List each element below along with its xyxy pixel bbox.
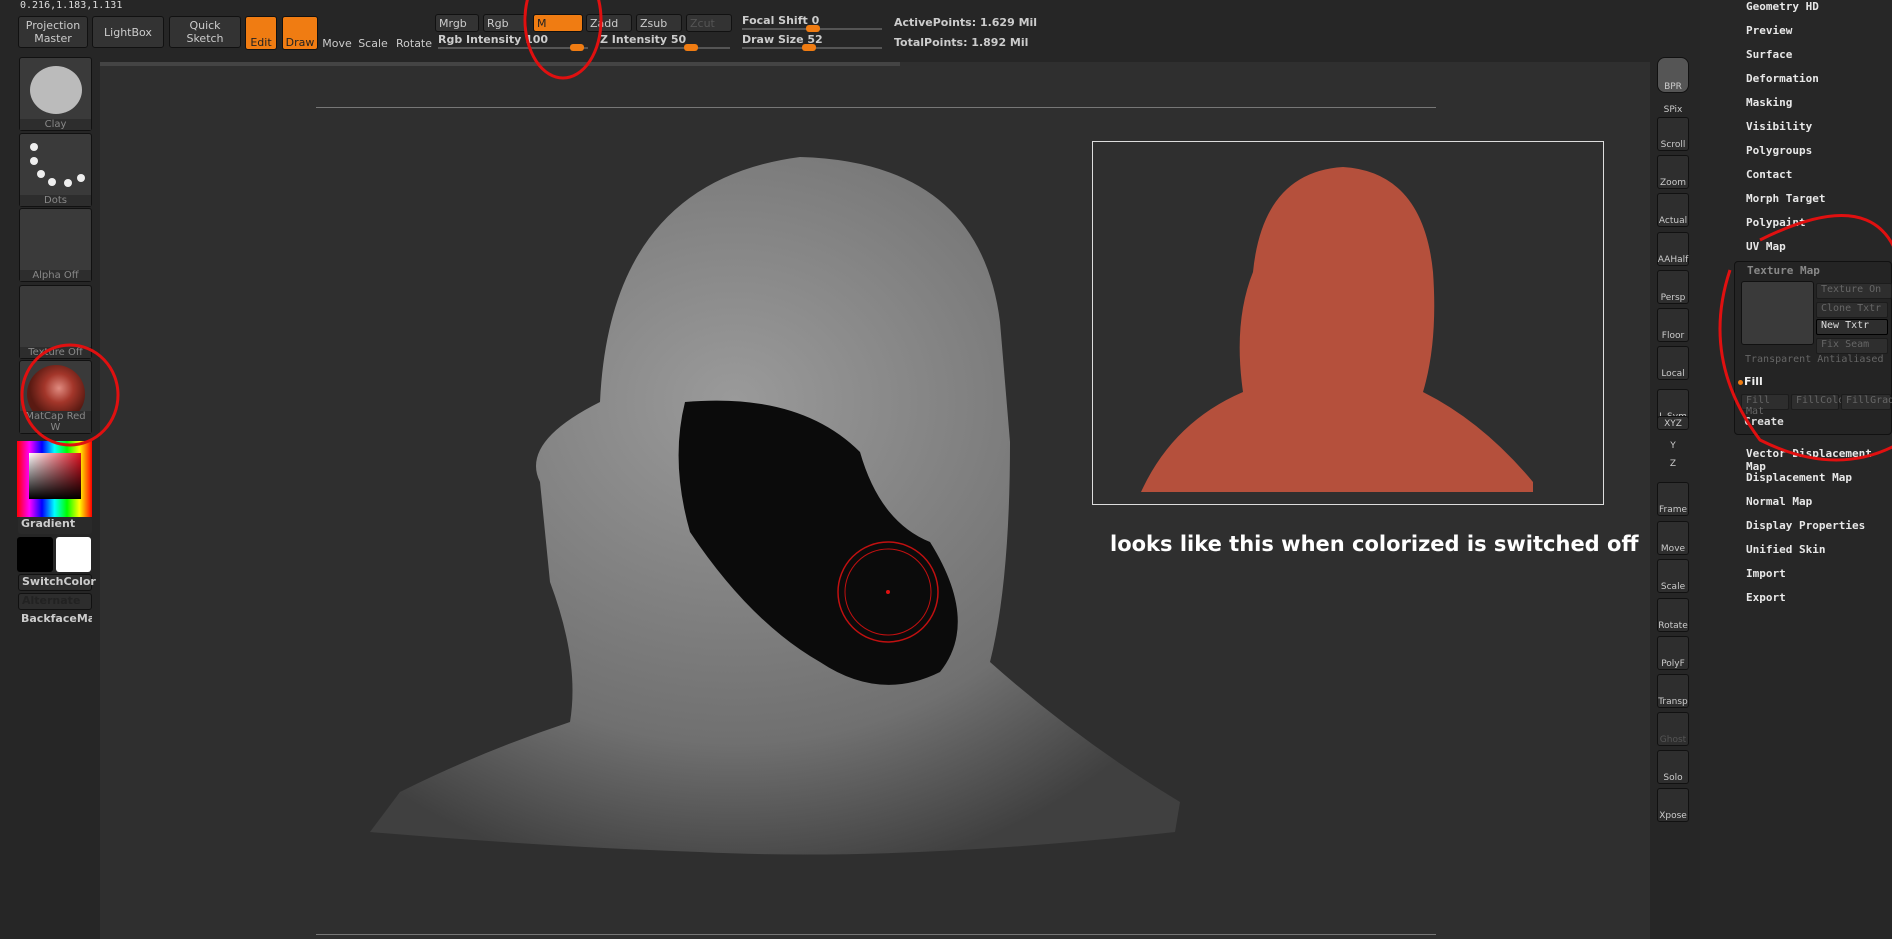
create-button[interactable]: Create (1744, 415, 1784, 428)
reference-image-frame (1092, 141, 1604, 505)
clone-texture-button[interactable]: Clone Txtr (1816, 302, 1888, 318)
menu-import[interactable]: Import (1746, 567, 1786, 580)
menu-polygroups[interactable]: Polygroups (1746, 144, 1812, 157)
menu-display-properties[interactable]: Display Properties (1746, 519, 1865, 532)
rgb-intensity-label: Rgb Intensity 100 (438, 33, 549, 46)
mrgb-button[interactable]: Mrgb (435, 14, 479, 32)
tool-xyz-button[interactable]: XYZ (1657, 416, 1689, 430)
stroke-thumbnail[interactable]: Dots (19, 133, 92, 207)
total-points: TotalPoints: 1.892 Mil (894, 36, 1029, 49)
texture-map-subpalette: Texture Map Texture On Clone Txtr New Tx… (1734, 261, 1892, 435)
texture-thumbnail-slot[interactable] (1741, 281, 1814, 345)
menu-polypaint[interactable]: Polypaint (1746, 216, 1806, 229)
tool-spix-button[interactable]: SPix (1657, 101, 1689, 115)
material-thumbnail[interactable]: MatCap Red W (19, 360, 92, 434)
rgb-intensity-slider[interactable] (438, 44, 588, 51)
rotate-button[interactable]: Rotate (396, 16, 432, 50)
tool-frame-button[interactable]: Frame (1657, 482, 1689, 516)
coords-readout: 0.216,1.183,1.131 (20, 0, 123, 11)
tool-persp-button[interactable]: Persp (1657, 270, 1689, 304)
fill-grad-button[interactable]: FillGrad (1841, 394, 1892, 410)
move-button[interactable]: Move (322, 16, 352, 50)
fill-label: Fill (1744, 375, 1763, 388)
tool-floor-button[interactable]: Floor (1657, 308, 1689, 342)
tool-polyf-button[interactable]: PolyF (1657, 636, 1689, 670)
canvas[interactable]: looks like this when colorized is switch… (100, 62, 1650, 939)
sculpt-model[interactable] (100, 62, 1200, 862)
quick-sketch-button[interactable]: Quick Sketch (169, 16, 241, 48)
tool-xpose-button[interactable]: Xpose (1657, 788, 1689, 822)
tool-transp-button[interactable]: Transp (1657, 674, 1689, 708)
material-label: MatCap Red W (20, 411, 91, 433)
fill-dot-icon (1738, 380, 1743, 385)
texture-map-title[interactable]: Texture Map (1747, 264, 1820, 277)
tool-move-button[interactable]: Move (1657, 521, 1689, 555)
tool-solo-button[interactable]: Solo (1657, 750, 1689, 784)
tool-bpr-button[interactable]: BPR (1657, 57, 1689, 93)
gradient-button[interactable]: Gradient (18, 517, 92, 534)
menu-masking[interactable]: Masking (1746, 96, 1792, 109)
menu-uv-map[interactable]: UV Map (1746, 240, 1786, 253)
projection-master-button[interactable]: Projection Master (18, 16, 88, 48)
tool-scroll-button[interactable]: Scroll (1657, 117, 1689, 151)
menu-morph-target[interactable]: Morph Target (1746, 192, 1825, 205)
tool-scale-button[interactable]: Scale (1657, 559, 1689, 593)
main-color-swatch[interactable] (17, 537, 53, 572)
m-button[interactable]: M (533, 14, 583, 32)
tool-actual-button[interactable]: Actual (1657, 193, 1689, 227)
zcut-button[interactable]: Zcut (686, 14, 732, 32)
switch-color-button[interactable]: SwitchColor (18, 574, 96, 591)
draw-button[interactable]: Draw (282, 16, 318, 50)
transparent-antialiased-button[interactable]: Transparent Antialiased (1741, 354, 1891, 370)
menu-vector-displacement-map[interactable]: Vector Displacement Map (1746, 447, 1892, 473)
secondary-color-swatch[interactable] (56, 537, 91, 572)
fill-mat-button[interactable]: Fill Mat (1741, 394, 1789, 417)
fix-seam-button[interactable]: Fix Seam (1816, 338, 1888, 354)
edit-button[interactable]: Edit (245, 16, 277, 50)
fill-color-button[interactable]: FillColor (1791, 394, 1850, 410)
menu-export[interactable]: Export (1746, 591, 1786, 604)
brush-thumbnail[interactable]: Clay (19, 57, 92, 131)
color-picker[interactable] (17, 441, 92, 517)
focal-shift-slider[interactable] (742, 25, 882, 32)
menu-surface[interactable]: Surface (1746, 48, 1792, 61)
colorized-model-preview (1141, 167, 1533, 492)
stroke-label: Dots (20, 195, 91, 206)
rgb-button[interactable]: Rgb (483, 14, 527, 32)
menu-preview[interactable]: Preview (1746, 24, 1792, 37)
texture-label: Texture Off (20, 347, 91, 358)
alpha-thumbnail[interactable]: Alpha Off (19, 208, 92, 282)
zadd-button[interactable]: Zadd (586, 14, 632, 32)
new-texture-button[interactable]: New Txtr (1816, 319, 1888, 335)
z-intensity-label: Z Intensity 50 (600, 33, 687, 46)
z-intensity-slider[interactable] (600, 44, 730, 51)
active-points: ActivePoints: 1.629 Mil (894, 16, 1038, 29)
alpha-label: Alpha Off (20, 270, 91, 281)
tool-rotate-button[interactable]: Rotate (1657, 598, 1689, 632)
brush-label: Clay (20, 119, 91, 130)
annotation-text: looks like this when colorized is switch… (1110, 532, 1639, 556)
texture-thumbnail[interactable]: Texture Off (19, 285, 92, 359)
backface-mask-button[interactable]: BackfaceMa: (18, 612, 92, 629)
menu-geometry-hd[interactable]: Geometry HD (1746, 0, 1819, 13)
menu-displacement-map[interactable]: Displacement Map (1746, 471, 1852, 484)
texture-on-button[interactable]: Texture On (1816, 283, 1892, 299)
menu-unified-skin[interactable]: Unified Skin (1746, 543, 1825, 556)
tool-aahalf-button[interactable]: AAHalf (1657, 232, 1689, 266)
divider (316, 934, 1436, 935)
menu-normal-map[interactable]: Normal Map (1746, 495, 1812, 508)
tool-local-button[interactable]: Local (1657, 346, 1689, 380)
scale-button[interactable]: Scale (357, 16, 389, 50)
menu-visibility[interactable]: Visibility (1746, 120, 1812, 133)
tool-z-button[interactable]: Z (1657, 455, 1689, 469)
menu-deformation[interactable]: Deformation (1746, 72, 1819, 85)
zsub-button[interactable]: Zsub (636, 14, 682, 32)
draw-size-slider[interactable] (742, 44, 882, 51)
tool-ghost-button[interactable]: Ghost (1657, 712, 1689, 746)
tool-y-button[interactable]: Y (1657, 437, 1689, 451)
lightbox-button[interactable]: LightBox (92, 16, 164, 48)
menu-contact[interactable]: Contact (1746, 168, 1792, 181)
alternate-button[interactable]: Alternate (18, 593, 92, 610)
tool-zoom-button[interactable]: Zoom (1657, 155, 1689, 189)
